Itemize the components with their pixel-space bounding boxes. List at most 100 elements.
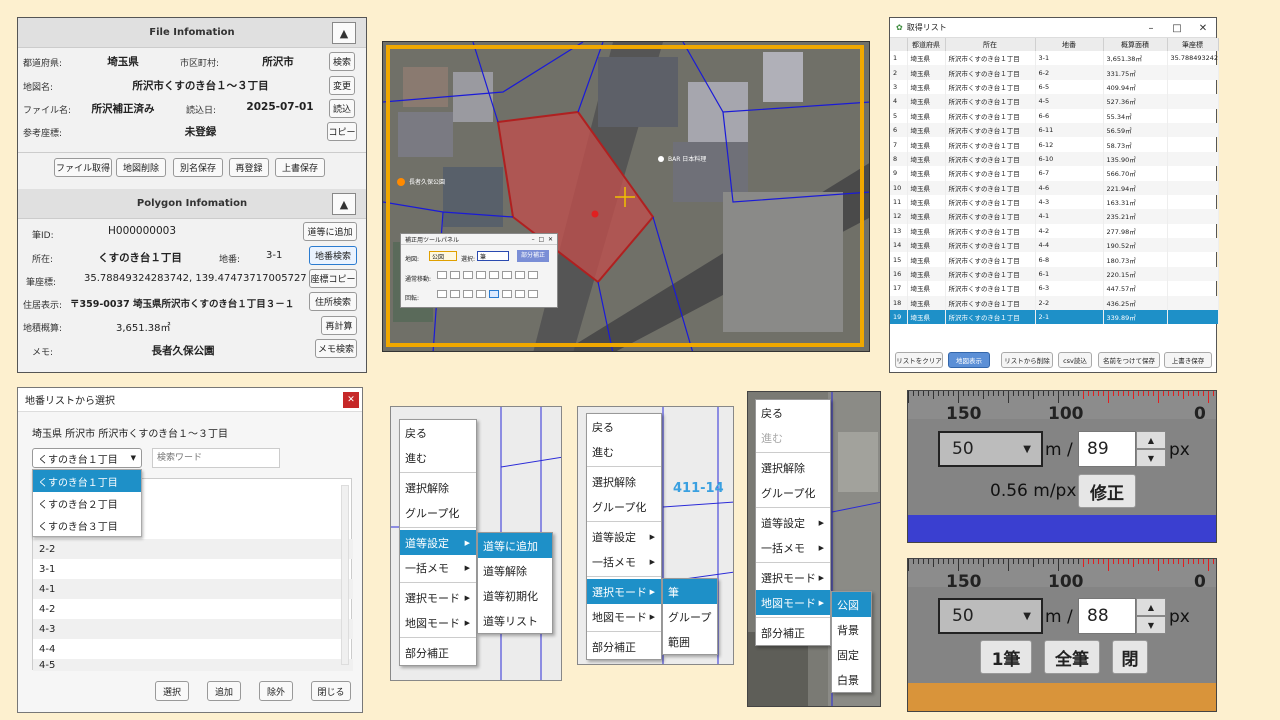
menu-item-road-settings[interactable]: 道等設定 ▶ [587,524,661,549]
table-row[interactable]: 2 埼玉県 所沢市くすのき台１丁目 6-2 331.75㎡ [890,65,1219,80]
table-row[interactable]: 10 埼玉県 所沢市くすのき台１丁目 4-6 221.94㎡ [890,180,1219,195]
submenu-remove-road[interactable]: 道等解除 [478,558,552,583]
menu-item-map-mode[interactable]: 地図モード ▶ [400,610,476,635]
load-button[interactable]: 読込 [329,99,355,118]
submenu-road-list[interactable]: 道等リスト [478,608,552,633]
menu-item-select-mode[interactable]: 選択モード ▶ [756,565,830,590]
table-row[interactable]: 4 埼玉県 所沢市くすのき台１丁目 4-5 527.36㎡ [890,94,1219,109]
menu-item-deselect[interactable]: 選択解除 [756,455,830,480]
menu-item-partial-correction[interactable]: 部分補正 [587,634,661,659]
tool-move-buttons[interactable] [437,271,538,279]
menu-item-select-mode[interactable]: 選択モード ▶ [587,579,661,604]
menu-item-forward[interactable]: 進む [587,439,661,464]
menu-item-road-settings[interactable]: 道等設定 ▶ [756,510,830,535]
menu-item-bulk-memo[interactable]: 一括メモ ▶ [587,549,661,574]
tool-rotate-buttons[interactable] [437,290,538,298]
fix-button[interactable]: 修正 [1078,474,1136,508]
memo-search-button[interactable]: メモ検索 [315,339,357,358]
show-map-button[interactable]: 地図表示 [948,352,990,368]
re-register-button[interactable]: 再登録 [229,158,269,177]
menu-item-select-mode[interactable]: 選択モード ▶ [400,585,476,610]
table-row[interactable]: 1埼玉県所沢市くすのき台１丁目3-13,651.38㎡35.7884932428… [890,51,1219,66]
remove-from-list-button[interactable]: リストから削除 [1001,352,1053,368]
list-item[interactable]: 4-1 [33,579,353,599]
add-button[interactable]: 追加 [207,681,241,701]
menu-item-partial-correction[interactable]: 部分補正 [756,620,830,645]
one-lot-button[interactable]: 1筆 [980,640,1032,674]
menu-item-back[interactable]: 戻る [756,400,830,425]
table-row[interactable]: 17 埼玉県 所沢市くすのき台１丁目 6-3 447.57㎡ [890,281,1219,296]
meter-combo[interactable]: 50 ▼ [938,598,1043,634]
dropdown-option[interactable]: くすのき台１丁目 [33,470,141,492]
table-row[interactable]: 5 埼玉県 所沢市くすのき台１丁目 6-6 55.34㎡ [890,108,1219,123]
table-row[interactable]: 6 埼玉県 所沢市くすのき台１丁目 6-11 56.59㎡ [890,122,1219,138]
spin-up-icon[interactable]: ▲ [1136,598,1166,616]
district-dropdown[interactable]: くすのき台１丁目 くすのき台２丁目 くすのき台３丁目 [32,469,142,537]
menu-item-deselect[interactable]: 選択解除 [400,475,476,500]
menu-item-partial-correction[interactable]: 部分補正 [400,640,476,665]
list-item[interactable]: 4-2 [33,599,353,619]
get-file-button[interactable]: ファイル取得 [54,158,112,177]
menu-item-deselect[interactable]: 選択解除 [587,469,661,494]
overwrite-save-list-button[interactable]: 上書き保存 [1164,352,1212,368]
meter-combo[interactable]: 50 ▼ [938,431,1043,467]
submenu-group[interactable]: グループ [663,604,717,629]
overwrite-save-button[interactable]: 上書保存 [275,158,325,177]
dropdown-option[interactable]: くすのき台２丁目 [33,492,141,514]
save-as-button[interactable]: 別名保存 [173,158,223,177]
district-combo[interactable]: くすのき台１丁目 ▼ [32,448,142,468]
table-row[interactable]: 18 埼玉県 所沢市くすのき台１丁目 2-2 436.25㎡ [890,295,1219,311]
table-row[interactable]: 16 埼玉県 所沢市くすのき台１丁目 6-1 220.15㎡ [890,266,1219,282]
menu-item-forward[interactable]: 進む [400,445,476,470]
search-button[interactable]: 検索 [329,52,355,71]
menu-item-map-mode[interactable]: 地図モード ▶ [756,590,830,615]
table-row[interactable]: 15 埼玉県 所沢市くすのき台１丁目 6-8 180.73㎡ [890,252,1219,267]
select-button[interactable]: 選択 [155,681,189,701]
pixel-spinner[interactable]: 88 [1078,598,1136,634]
scrollbar[interactable] [341,485,349,665]
submenu-background[interactable]: 背景 [832,617,871,642]
column-header[interactable]: 都道府県 [907,38,946,51]
menu-item-group[interactable]: グループ化 [756,480,830,505]
table-row[interactable]: 8 埼玉県 所沢市くすのき台１丁目 6-10 135.90㎡ [890,151,1219,167]
submenu-reset-road[interactable]: 道等初期化 [478,583,552,608]
lot-search-button[interactable]: 地番検索 [309,246,357,265]
table-row[interactable]: 7 埼玉県 所沢市くすのき台１丁目 6-12 58.73㎡ [890,137,1219,152]
collapse-polygon-info-button[interactable]: ▲ [332,193,356,215]
change-button[interactable]: 変更 [329,76,355,95]
close-button[interactable]: 閉 [1112,640,1148,674]
column-header[interactable]: 概算面積 [1103,38,1168,51]
list-item[interactable]: 3-1 [33,559,353,579]
coord-copy-button[interactable]: 座標コピー [309,269,357,288]
table-row[interactable]: 9 埼玉県 所沢市くすのき台１丁目 6-7 566.70㎡ [890,166,1219,181]
submenu-add-road[interactable]: 道等に追加 [478,533,552,558]
delete-map-button[interactable]: 地図削除 [116,158,166,177]
exclude-button[interactable]: 除外 [259,681,293,701]
close-button[interactable]: 閉じる [311,681,351,701]
all-lots-button[interactable]: 全筆 [1044,640,1100,674]
column-header[interactable] [890,38,908,51]
menu-item-group[interactable]: グループ化 [587,494,661,519]
address-search-button[interactable]: 住所検索 [309,292,357,311]
add-road-button[interactable]: 道等に追加 [303,222,357,241]
submenu-range[interactable]: 範囲 [663,629,717,654]
submenu-white[interactable]: 白景 [832,667,871,692]
maximize-icon[interactable]: □ [1164,18,1190,38]
clear-list-button[interactable]: リストをクリア [895,352,943,368]
column-header[interactable]: 筆座標 [1167,38,1219,51]
tool-partial-correction-button[interactable]: 部分補正 [517,250,549,262]
submenu-fixed[interactable]: 固定 [832,642,871,667]
table-row[interactable]: 11 埼玉県 所沢市くすのき台１丁目 4-3 163.31㎡ [890,194,1219,210]
tool-map-select[interactable]: 公図 [429,251,457,261]
spin-down-icon[interactable]: ▼ [1136,616,1166,634]
dropdown-option[interactable]: くすのき台３丁目 [33,514,141,536]
menu-item-bulk-memo[interactable]: 一括メモ ▶ [756,535,830,560]
list-item[interactable]: 4-5 [33,659,353,671]
menu-item-bulk-memo[interactable]: 一括メモ ▶ [400,555,476,580]
menu-item-group[interactable]: グループ化 [400,500,476,525]
list-item[interactable]: 2-2 [33,539,353,559]
table-row[interactable]: 3 埼玉県 所沢市くすのき台１丁目 6-5 409.94㎡ [890,79,1219,95]
submenu-cadastral[interactable]: 公図 [832,592,871,617]
minimize-icon[interactable]: – [1138,18,1164,38]
table-row[interactable]: 14 埼玉県 所沢市くすのき台１丁目 4-4 190.52㎡ [890,238,1219,253]
